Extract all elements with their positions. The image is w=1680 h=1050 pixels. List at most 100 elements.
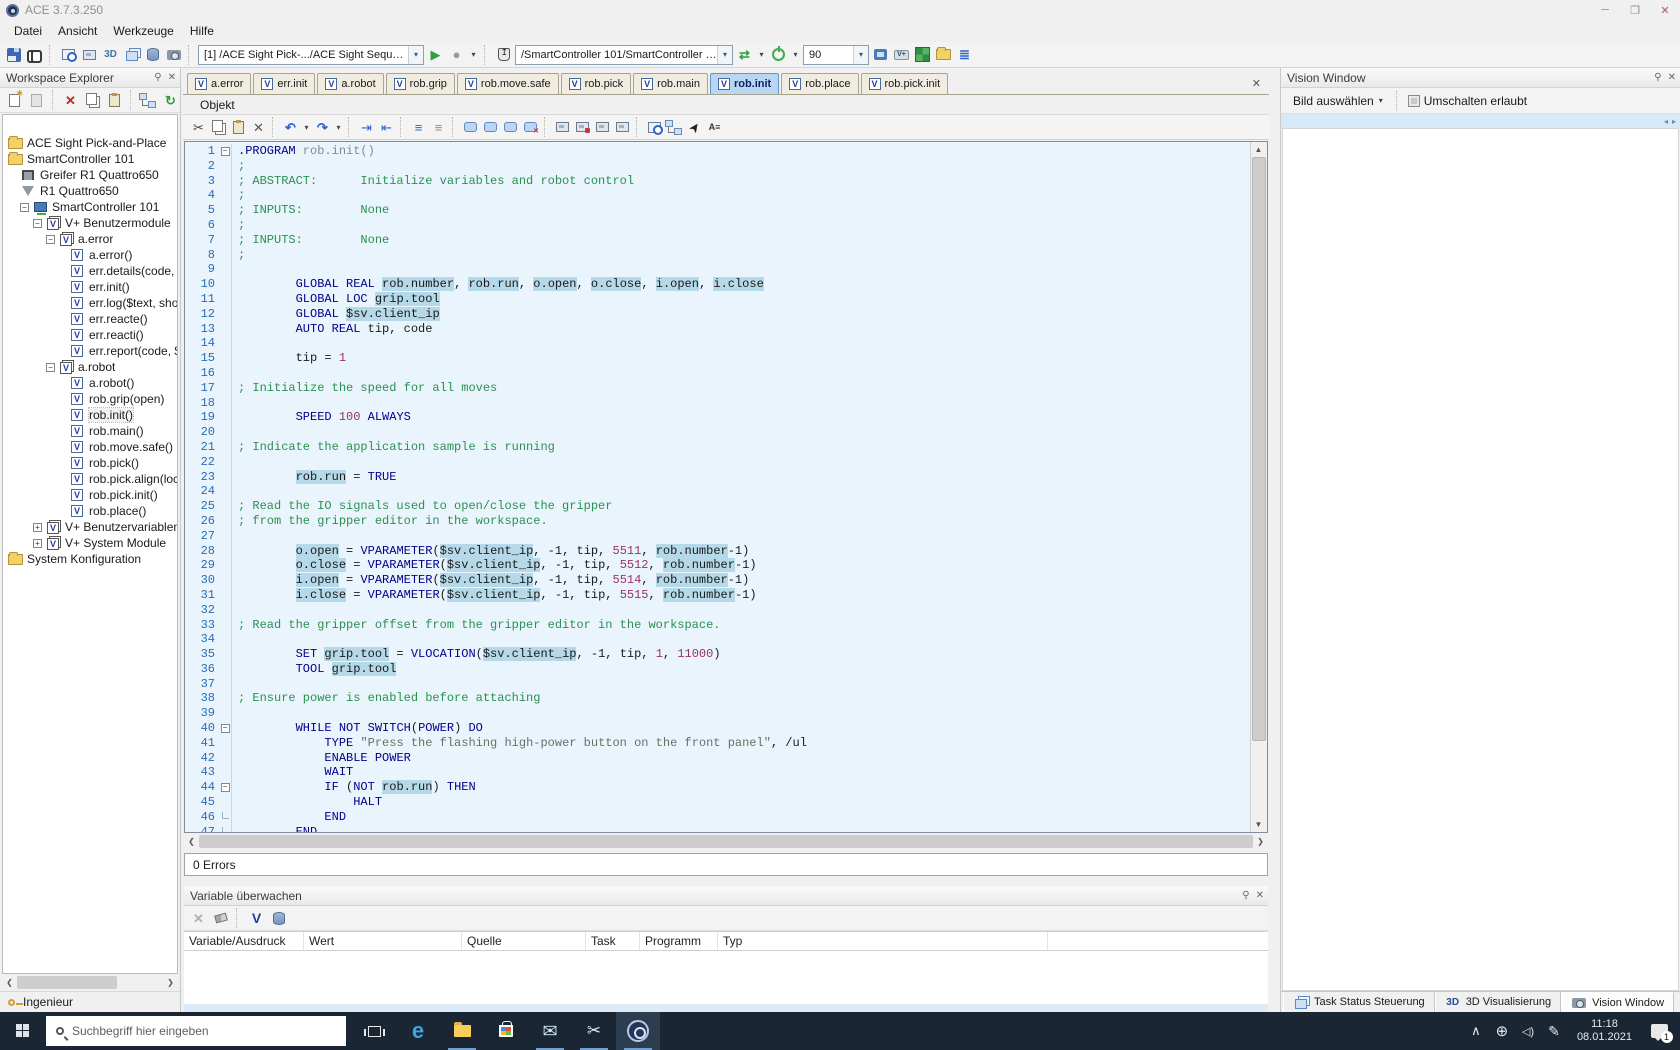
tree-item-err-init-[interactable]: Verr.init() <box>3 279 177 295</box>
editor-horizontal-scrollbar[interactable]: ❮ ❯ <box>184 833 1268 850</box>
workspace-horizontal-scrollbar[interactable]: ❮ ❯ <box>2 975 178 990</box>
database-watch-icon[interactable] <box>269 909 288 928</box>
scroll-right-icon[interactable]: ❯ <box>163 975 178 990</box>
vplus-keyboard-icon[interactable]: V+ <box>892 45 911 64</box>
tree-item-err-reacti-[interactable]: Verr.reacti() <box>3 327 177 343</box>
monitor-edit-icon[interactable] <box>573 118 592 137</box>
align-code-icon[interactable]: ≡ <box>409 118 428 137</box>
tree-item-ace-sight-pick-and-place[interactable]: ACE Sight Pick-and-Place <box>3 135 177 151</box>
notification-center-button[interactable]: 1 <box>1642 1012 1676 1050</box>
column-header-wert[interactable]: Wert <box>304 932 462 950</box>
redo-button[interactable]: ↷ <box>313 118 332 137</box>
tab-a-robot[interactable]: Va.robot <box>317 73 383 94</box>
tab-rob-main[interactable]: Vrob.main <box>633 73 708 94</box>
toggle-allowed-checkbox[interactable] <box>1408 95 1420 107</box>
search-window-icon[interactable] <box>59 45 78 64</box>
tab-a-error[interactable]: Va.error <box>187 73 251 94</box>
chevron-down-icon[interactable]: ▾ <box>853 46 868 64</box>
tab-err-init[interactable]: Verr.init <box>253 73 315 94</box>
run-button[interactable]: ▶ <box>426 45 445 64</box>
remove-comment-icon[interactable] <box>521 118 540 137</box>
copy-item-icon[interactable] <box>83 91 102 110</box>
task-selector[interactable]: [1] /ACE Sight Pick-.../ACE Sight Sequen… <box>198 45 424 65</box>
menu-item-hilfe[interactable]: Hilfe <box>182 21 222 41</box>
tree-item-r1-quattro650[interactable]: R1 Quattro650 <box>3 183 177 199</box>
code-content[interactable]: 1−.PROGRAM rob.init()2;3; ABSTRACT: Init… <box>185 142 1250 832</box>
tab-rob-pick-init[interactable]: Vrob.pick.init <box>861 73 949 94</box>
column-header-programm[interactable]: Programm <box>640 932 718 950</box>
outdent-icon[interactable]: ⇤ <box>377 118 396 137</box>
taskbar-clock[interactable]: 11:18 08.01.2021 <box>1569 1018 1640 1044</box>
monitor-task-icon[interactable] <box>553 118 572 137</box>
volume-icon[interactable]: ◁) <box>1515 1012 1541 1050</box>
tab-rob-pick[interactable]: Vrob.pick <box>561 73 632 94</box>
menu-item-werkzeuge[interactable]: Werkzeuge <box>105 21 181 41</box>
wrap-code-icon[interactable]: ≡ <box>429 118 448 137</box>
tree-item-rob-pick-init-[interactable]: Vrob.pick.init() <box>3 487 177 503</box>
save-icon[interactable] <box>4 45 23 64</box>
windows-layout-icon[interactable] <box>122 45 141 64</box>
select-pointer-icon[interactable]: ➤ <box>681 114 707 140</box>
vision-tab-vision-window[interactable]: Vision Window <box>1561 992 1674 1012</box>
expand-icon[interactable]: + <box>33 523 42 532</box>
monitor-stop-icon[interactable] <box>613 118 632 137</box>
pin-icon[interactable]: ⚲ <box>154 72 161 83</box>
menu-item-ansicht[interactable]: Ansicht <box>50 21 105 41</box>
tree-item-rob-pick-[interactable]: Vrob.pick() <box>3 455 177 471</box>
monitor-window-icon[interactable] <box>80 45 99 64</box>
select-image-button[interactable]: Bild auswählen ▾ <box>1287 91 1389 111</box>
delete-item-icon[interactable]: ✕ <box>61 91 80 110</box>
tree-item-rob-pick-align-loc[interactable]: Vrob.pick.align(loc <box>3 471 177 487</box>
close-document-icon[interactable]: ✕ <box>1244 77 1269 90</box>
tree-item-greifer-r1-quattro650[interactable]: Greifer R1 Quattro650 <box>3 167 177 183</box>
debug-window-icon[interactable] <box>645 118 664 137</box>
chevron-down-icon[interactable]: ▾ <box>333 118 344 137</box>
open-folder-icon[interactable] <box>934 45 953 64</box>
scroll-right-icon[interactable]: ❯ <box>1253 834 1268 849</box>
edge-icon[interactable]: e <box>396 1012 440 1050</box>
paste-item-icon[interactable] <box>105 91 124 110</box>
collapse-icon[interactable]: − <box>46 235 55 244</box>
fold-collapse-icon[interactable]: − <box>221 724 230 733</box>
tree-item-rob-grip-open-[interactable]: Vrob.grip(open) <box>3 391 177 407</box>
vision-image-area[interactable] <box>1282 128 1679 991</box>
mail-icon[interactable]: ✉ <box>528 1012 572 1050</box>
tree-item-rob-init-[interactable]: Vrob.init() <box>3 407 177 423</box>
paste-icon[interactable] <box>229 118 248 137</box>
expand-icon[interactable]: + <box>33 539 42 548</box>
tree-item-rob-main-[interactable]: Vrob.main() <box>3 423 177 439</box>
collapse-icon[interactable]: − <box>46 363 55 372</box>
tab-rob-place[interactable]: Vrob.place <box>781 73 858 94</box>
scroll-down-icon[interactable]: ▼ <box>1251 817 1266 832</box>
pin-icon[interactable]: ⚲ <box>1242 890 1249 901</box>
tree-item-smartcontroller-101[interactable]: SmartController 101 <box>3 151 177 167</box>
region-icon[interactable] <box>461 118 480 137</box>
comment-icon[interactable] <box>481 118 500 137</box>
minimize-button[interactable]: ─ <box>1590 4 1620 17</box>
vision-tab-3d-visualisierung[interactable]: 3D3D Visualisierung <box>1435 992 1561 1012</box>
column-header-typ[interactable]: Typ <box>718 932 1048 950</box>
copy-icon[interactable] <box>209 118 228 137</box>
tree-item-a-robot-[interactable]: Va.robot() <box>3 375 177 391</box>
scroll-up-icon[interactable]: ▲ <box>1251 142 1266 157</box>
close-panel-icon[interactable]: ✕ <box>1256 890 1264 901</box>
monitor-run-icon[interactable] <box>593 118 612 137</box>
erase-watch-icon[interactable] <box>211 909 230 928</box>
vplus-watch-icon[interactable]: V <box>247 909 266 928</box>
fold-collapse-icon[interactable]: − <box>221 147 230 156</box>
cut-icon[interactable]: ✂ <box>189 118 208 137</box>
scrollbar-thumb[interactable] <box>17 976 117 989</box>
speed-selector[interactable]: 90▾ <box>803 45 869 65</box>
tree-item-a-robot[interactable]: −Va.robot <box>3 359 177 375</box>
tree-item-v-benutzermodule[interactable]: −VV+ Benutzermodule <box>3 215 177 231</box>
tab-rob-init[interactable]: Vrob.init <box>710 73 779 94</box>
column-header-variable-ausdruck[interactable]: Variable/Ausdruck <box>184 932 304 950</box>
tree-item-smartcontroller-101[interactable]: −SmartController 101 <box>3 199 177 215</box>
workspace-tree[interactable]: ACE Sight Pick-and-PlaceSmartController … <box>2 114 178 974</box>
variable-tip-icon[interactable] <box>665 118 684 137</box>
hierarchy-icon[interactable] <box>139 91 158 110</box>
task-profiler-icon[interactable]: ≣ <box>955 45 974 64</box>
delete-watch-icon[interactable]: ✕ <box>189 909 208 928</box>
uncomment-icon[interactable] <box>501 118 520 137</box>
refresh-icon[interactable]: ↻ <box>161 91 180 110</box>
